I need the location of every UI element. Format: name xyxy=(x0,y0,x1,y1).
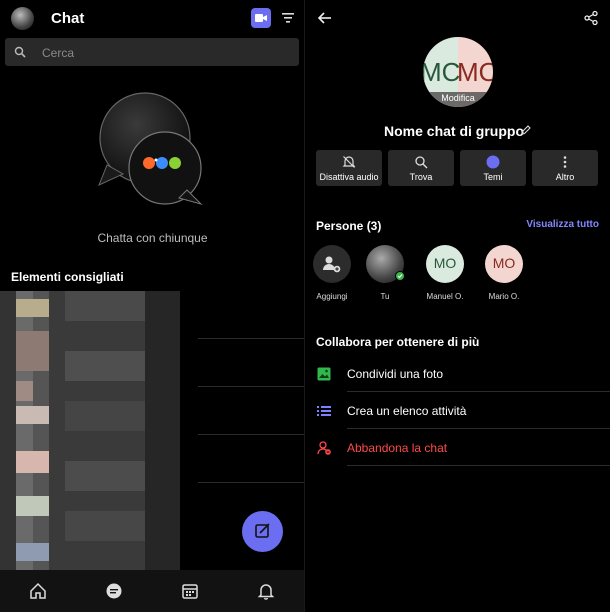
list-divider xyxy=(347,428,610,429)
avatar-initials: MO xyxy=(492,255,516,271)
share-photo-item[interactable]: Condividi una foto xyxy=(347,367,443,381)
person-label: Mario O. xyxy=(488,292,520,301)
online-status-icon xyxy=(395,271,405,281)
recommended-items-blurred[interactable] xyxy=(0,291,180,570)
themes-label: Temi xyxy=(483,172,503,182)
mute-label: Disattiva audio xyxy=(319,172,379,182)
photo-icon xyxy=(317,367,331,381)
chat-list-panel: Chat Cerca Chatta con chiunque Elementi … xyxy=(0,0,305,612)
find-label: Trova xyxy=(409,172,433,182)
leave-chat-item[interactable]: Abbandona la chat xyxy=(347,441,447,455)
avatar-initials-left: MC xyxy=(423,57,461,87)
search-icon xyxy=(415,156,428,169)
page-title: Chat xyxy=(51,10,85,27)
person-label: Manuel O. xyxy=(426,292,464,301)
pencil-icon[interactable] xyxy=(520,124,532,136)
filter-icon[interactable] xyxy=(280,10,296,26)
list-divider xyxy=(198,338,305,339)
group-avatar[interactable]: MC MO Modifica xyxy=(423,37,493,107)
avatar-initials: MO xyxy=(433,255,457,271)
search-placeholder: Cerca xyxy=(42,46,75,60)
video-camera-icon xyxy=(255,14,267,22)
themes-button[interactable]: Temi xyxy=(460,150,526,186)
task-list-icon xyxy=(317,406,331,416)
add-person-icon xyxy=(323,256,341,273)
calendar-icon[interactable] xyxy=(181,582,199,600)
avatar-initials-right: MO xyxy=(457,57,493,87)
leave-chat-icon xyxy=(317,441,331,455)
compose-icon xyxy=(255,523,270,538)
video-call-button[interactable] xyxy=(251,8,271,28)
create-task-list-item[interactable]: Crea un elenco attività xyxy=(347,404,466,418)
avatar[interactable]: MO xyxy=(426,245,464,283)
group-name: Nome chat di gruppo xyxy=(384,123,524,139)
people-header: Persone (3) xyxy=(316,219,382,233)
list-divider xyxy=(347,391,610,392)
person-label: Aggiungi xyxy=(316,292,348,301)
more-icon xyxy=(563,156,567,168)
share-icon[interactable] xyxy=(583,10,599,26)
theme-circle-icon xyxy=(486,155,500,169)
list-divider xyxy=(198,482,305,483)
find-button[interactable]: Trova xyxy=(388,150,454,186)
home-icon[interactable] xyxy=(29,582,47,600)
see-all-link[interactable]: Visualizza tutto xyxy=(526,219,599,230)
search-icon xyxy=(14,46,26,58)
mute-button[interactable]: Disattiva audio xyxy=(316,150,382,186)
edit-avatar-label[interactable]: Modifica xyxy=(423,93,493,103)
new-chat-button[interactable] xyxy=(242,511,283,552)
bell-icon[interactable] xyxy=(257,582,275,600)
add-person-button[interactable] xyxy=(313,245,351,283)
mute-bell-icon xyxy=(342,156,356,168)
chat-icon[interactable] xyxy=(105,582,123,600)
person-label: Tu xyxy=(380,292,390,301)
list-divider xyxy=(198,434,305,435)
recommended-header: Elementi consigliati xyxy=(11,270,124,284)
more-button[interactable]: Altro xyxy=(532,150,598,186)
back-arrow-icon[interactable] xyxy=(317,10,333,26)
more-label: Altro xyxy=(555,172,575,182)
chat-bubbles-illustration xyxy=(98,92,203,205)
list-divider xyxy=(198,386,305,387)
user-avatar[interactable] xyxy=(11,7,34,30)
collab-header: Collabora per ottenere di più xyxy=(316,335,480,349)
avatar[interactable]: MO xyxy=(485,245,523,283)
list-divider xyxy=(347,465,610,466)
empty-state-text: Chatta con chiunque xyxy=(97,231,208,245)
group-details-panel: MC MO Modifica Nome chat di gruppo Disat… xyxy=(305,0,610,612)
